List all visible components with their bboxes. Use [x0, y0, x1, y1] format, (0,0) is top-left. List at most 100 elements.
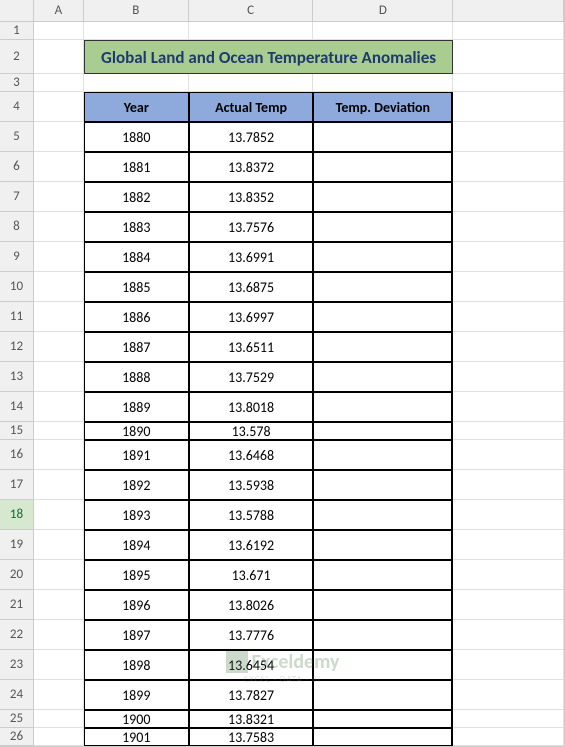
- row-header-11[interactable]: 11: [0, 302, 34, 332]
- row-header-22[interactable]: 22: [0, 620, 34, 650]
- row-header-3[interactable]: 3: [0, 74, 34, 92]
- deviation-cell[interactable]: [313, 242, 453, 272]
- col-header-A[interactable]: A: [34, 0, 84, 22]
- deviation-cell[interactable]: [313, 272, 453, 302]
- cell-A18[interactable]: [34, 500, 84, 530]
- temp-cell[interactable]: 13.7852: [189, 122, 314, 152]
- cell-A1[interactable]: [34, 22, 84, 40]
- temp-cell[interactable]: 13.578: [189, 422, 314, 440]
- cell-rest-14[interactable]: [453, 392, 564, 422]
- cell-C3[interactable]: [189, 74, 314, 92]
- year-cell[interactable]: 1901: [84, 728, 189, 746]
- cell-D1[interactable]: [313, 22, 453, 40]
- deviation-cell[interactable]: [313, 680, 453, 710]
- cell-rest-5[interactable]: [453, 122, 564, 152]
- cell-A22[interactable]: [34, 620, 84, 650]
- year-cell[interactable]: 1886: [84, 302, 189, 332]
- temp-cell[interactable]: 13.7827: [189, 680, 314, 710]
- year-cell[interactable]: 1880: [84, 122, 189, 152]
- cell-B1[interactable]: [84, 22, 189, 40]
- cell-rest-13[interactable]: [453, 362, 564, 392]
- cell-rest-26[interactable]: [453, 728, 564, 746]
- cell-A2[interactable]: [34, 40, 84, 74]
- cell-rest-11[interactable]: [453, 302, 564, 332]
- cell-rest-16[interactable]: [453, 440, 564, 470]
- col-header-rest[interactable]: [453, 0, 564, 22]
- col-header-C[interactable]: C: [189, 0, 314, 22]
- cell-rest-21[interactable]: [453, 590, 564, 620]
- cell-A16[interactable]: [34, 440, 84, 470]
- deviation-cell[interactable]: [313, 650, 453, 680]
- deviation-cell[interactable]: [313, 440, 453, 470]
- cell-rest-19[interactable]: [453, 530, 564, 560]
- row-header-10[interactable]: 10: [0, 272, 34, 302]
- year-cell[interactable]: 1889: [84, 392, 189, 422]
- row-header-2[interactable]: 2: [0, 40, 34, 74]
- year-cell[interactable]: 1900: [84, 710, 189, 728]
- deviation-cell[interactable]: [313, 590, 453, 620]
- year-cell[interactable]: 1895: [84, 560, 189, 590]
- col-header-B[interactable]: B: [84, 0, 189, 22]
- year-cell[interactable]: 1897: [84, 620, 189, 650]
- table-header-year[interactable]: Year: [84, 92, 189, 122]
- temp-cell[interactable]: 13.6454: [189, 650, 314, 680]
- cell-A20[interactable]: [34, 560, 84, 590]
- select-all-corner[interactable]: [0, 0, 34, 22]
- row-header-13[interactable]: 13: [0, 362, 34, 392]
- row-header-25[interactable]: 25: [0, 710, 34, 728]
- row-header-18[interactable]: 18: [0, 500, 34, 530]
- year-cell[interactable]: 1887: [84, 332, 189, 362]
- row-header-15[interactable]: 15: [0, 422, 34, 440]
- cell-A10[interactable]: [34, 272, 84, 302]
- row-header-17[interactable]: 17: [0, 470, 34, 500]
- deviation-cell[interactable]: [313, 362, 453, 392]
- temp-cell[interactable]: 13.6991: [189, 242, 314, 272]
- deviation-cell[interactable]: [313, 212, 453, 242]
- year-cell[interactable]: 1891: [84, 440, 189, 470]
- temp-cell[interactable]: 13.6875: [189, 272, 314, 302]
- cell-rest-20[interactable]: [453, 560, 564, 590]
- temp-cell[interactable]: 13.8321: [189, 710, 314, 728]
- deviation-cell[interactable]: [313, 470, 453, 500]
- cell-A21[interactable]: [34, 590, 84, 620]
- cell-C1[interactable]: [189, 22, 314, 40]
- row-header-20[interactable]: 20: [0, 560, 34, 590]
- col-header-D[interactable]: D: [313, 0, 453, 22]
- year-cell[interactable]: 1896: [84, 590, 189, 620]
- row-header-4[interactable]: 4: [0, 92, 34, 122]
- temp-cell[interactable]: 13.8026: [189, 590, 314, 620]
- cell-A25[interactable]: [34, 710, 84, 728]
- cell-A6[interactable]: [34, 152, 84, 182]
- row-header-26[interactable]: 26: [0, 728, 34, 746]
- temp-cell[interactable]: 13.7576: [189, 212, 314, 242]
- deviation-cell[interactable]: [313, 302, 453, 332]
- cell-A3[interactable]: [34, 74, 84, 92]
- cell-rest-10[interactable]: [453, 272, 564, 302]
- deviation-cell[interactable]: [313, 500, 453, 530]
- cell-A7[interactable]: [34, 182, 84, 212]
- cell-rest1[interactable]: [453, 22, 564, 40]
- cell-rest-22[interactable]: [453, 620, 564, 650]
- temp-cell[interactable]: 13.671: [189, 560, 314, 590]
- cell-D3[interactable]: [313, 74, 453, 92]
- table-header-actual[interactable]: Actual Temp: [189, 92, 314, 122]
- cell-A9[interactable]: [34, 242, 84, 272]
- cell-A12[interactable]: [34, 332, 84, 362]
- temp-cell[interactable]: 13.8372: [189, 152, 314, 182]
- temp-cell[interactable]: 13.5938: [189, 470, 314, 500]
- year-cell[interactable]: 1892: [84, 470, 189, 500]
- temp-cell[interactable]: 13.8018: [189, 392, 314, 422]
- cell-B3[interactable]: [84, 74, 189, 92]
- row-header-14[interactable]: 14: [0, 392, 34, 422]
- deviation-cell[interactable]: [313, 620, 453, 650]
- cell-rest-18[interactable]: [453, 500, 564, 530]
- cell-A26[interactable]: [34, 728, 84, 746]
- cell-A17[interactable]: [34, 470, 84, 500]
- temp-cell[interactable]: 13.7529: [189, 362, 314, 392]
- deviation-cell[interactable]: [313, 392, 453, 422]
- cell-rest3[interactable]: [453, 74, 564, 92]
- year-cell[interactable]: 1898: [84, 650, 189, 680]
- year-cell[interactable]: 1899: [84, 680, 189, 710]
- row-header-1[interactable]: 1: [0, 22, 34, 40]
- cell-A23[interactable]: [34, 650, 84, 680]
